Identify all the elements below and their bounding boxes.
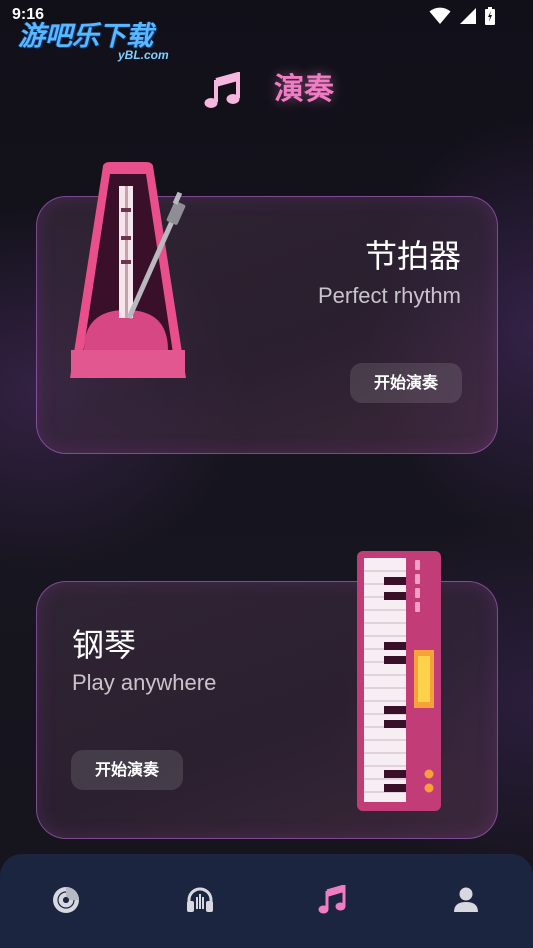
nav-record[interactable] bbox=[46, 880, 86, 920]
page-header: 演奏 bbox=[0, 62, 533, 108]
metronome-title: 节拍器 bbox=[364, 237, 461, 275]
headphones-icon[interactable] bbox=[185, 885, 215, 915]
metronome-start-button[interactable]: 开始演奏 bbox=[349, 363, 462, 403]
piano-start-button[interactable]: 开始演奏 bbox=[71, 750, 184, 790]
person-icon[interactable] bbox=[451, 885, 481, 915]
music-notes-icon bbox=[204, 72, 240, 108]
music-notes-icon[interactable] bbox=[318, 885, 348, 915]
signal-icon bbox=[460, 8, 476, 24]
metronome-icon bbox=[70, 162, 186, 378]
battery-icon bbox=[485, 7, 495, 25]
piano-subtitle: Play anywhere bbox=[72, 670, 217, 695]
watermark-subtext: yBL.com bbox=[118, 48, 169, 62]
watermark-logo: 游吧乐下载 yBL.com bbox=[18, 14, 169, 62]
piano-icon bbox=[357, 551, 441, 811]
metronome-subtitle: Perfect rhythm bbox=[317, 283, 461, 308]
screen: 9:16 游吧乐下载 yBL.com 演奏 节拍器 Perfect rhythm… bbox=[0, 0, 533, 948]
nav-listen[interactable] bbox=[180, 880, 220, 920]
record-icon[interactable] bbox=[51, 885, 81, 915]
wifi-icon bbox=[429, 7, 451, 24]
nav-profile[interactable] bbox=[446, 880, 486, 920]
bottom-navigation bbox=[0, 854, 533, 948]
nav-play[interactable] bbox=[313, 880, 353, 920]
page-title: 演奏 bbox=[274, 72, 334, 107]
status-icons bbox=[429, 7, 495, 25]
piano-title: 钢琴 bbox=[72, 626, 137, 664]
